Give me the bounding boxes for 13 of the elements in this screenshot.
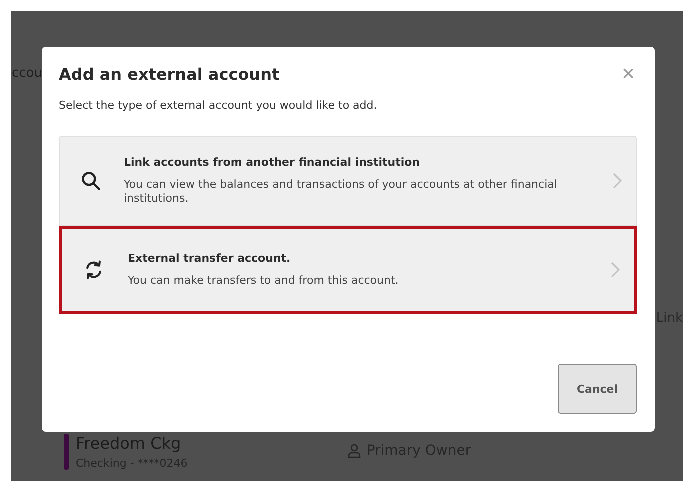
dialog-subtitle: Select the type of external account you would like to add. [59,99,378,112]
account-type-option[interactable]: External transfer account. You can make transfers to and from this account. [59,226,637,314]
option-title: External transfer account. [128,252,292,265]
option-description: You can view the balances and transactions of your accounts at other financial institutions. [124,178,558,206]
cancel-button[interactable]: Cancel [558,364,637,414]
chevron-right-icon [611,262,620,278]
person-icon [348,444,361,458]
dialog-title: Add an external account [59,64,280,84]
search-icon [80,170,102,192]
account-type-option[interactable]: Link accounts from another financial institution You can view the balances and transactions of your accounts at other financial institutions. [59,136,637,226]
option-description: You can make transfers to and from this account. [128,274,400,288]
chevron-right-icon [613,173,622,189]
option-title: Link accounts from another financial institution [124,156,421,169]
